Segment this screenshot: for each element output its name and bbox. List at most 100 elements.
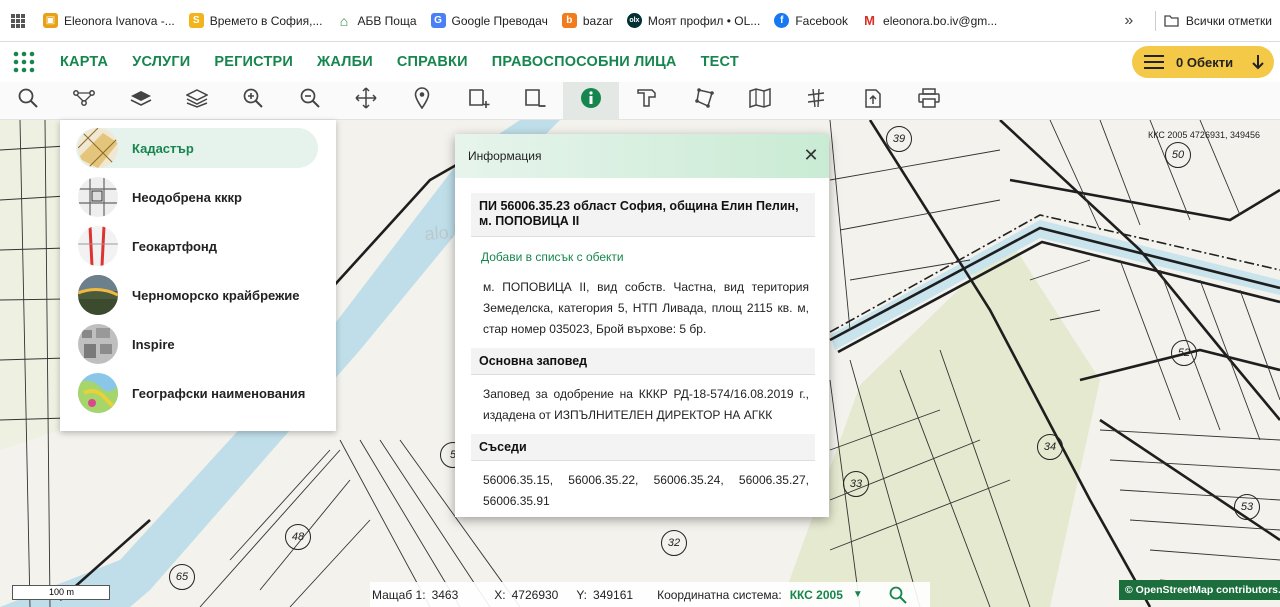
parcel-number-label: 48 — [285, 524, 311, 550]
apps-menu-icon[interactable] — [0, 51, 48, 73]
cursor-coordinates-label: ККС 2005 4726931, 349456 — [1148, 130, 1260, 140]
layer-geokartfond[interactable]: Геокартфонд — [76, 226, 318, 266]
all-bookmarks-button[interactable]: Всички отметки — [1164, 14, 1280, 28]
bookmark-weather[interactable]: S Времето в София,... — [182, 8, 330, 34]
gmail-icon: M — [864, 13, 875, 28]
select-remove-tool[interactable] — [507, 82, 563, 120]
nav-complaints[interactable]: ЖАЛБИ — [305, 54, 385, 70]
locate-coordinates-button[interactable] — [889, 586, 907, 604]
export-icon — [863, 87, 883, 114]
bookmark-bazar[interactable]: b bazar — [555, 8, 620, 34]
export-tool[interactable] — [844, 82, 900, 120]
polygon-tool[interactable] — [676, 82, 732, 120]
grid-tool[interactable] — [788, 82, 844, 120]
layer-label: Черноморско крайбрежие — [132, 287, 300, 303]
marker-tool[interactable] — [394, 82, 450, 120]
x-value: 4726930 — [511, 587, 559, 602]
info-dialog-header: Информация — [455, 134, 829, 178]
y-value: 349161 — [593, 587, 634, 602]
nav-registers[interactable]: РЕГИСТРИ — [202, 54, 305, 70]
pan-tool[interactable] — [338, 82, 394, 120]
bookmarks-bar: ▣ Eleonora Ivanova -... S Времето в София,… — [0, 0, 1280, 42]
scale-value: 3463 — [431, 587, 459, 602]
select-add-tool[interactable] — [450, 82, 506, 120]
cadastre-thumbnail — [78, 128, 118, 168]
search-tool[interactable] — [0, 82, 56, 120]
bookmarks-divider — [1154, 10, 1156, 31]
bookmark-facebook[interactable]: f Facebook — [767, 8, 855, 34]
map-icon — [749, 87, 771, 113]
measure-tool[interactable] — [619, 82, 675, 120]
layers-stack-icon — [185, 88, 209, 113]
main-order-text: Заповед за одобрение на КККР РД-18-574/1… — [483, 387, 809, 422]
add-to-objects-link[interactable]: Добави в списък с обекти — [471, 237, 815, 272]
crs-label: Координатна система: — [657, 587, 782, 602]
base-layers-tool[interactable] — [113, 82, 169, 120]
print-tool[interactable] — [901, 82, 957, 120]
zoom-out-icon — [300, 88, 320, 113]
nav-map[interactable]: КАРТА — [48, 54, 120, 70]
select-add-icon — [468, 87, 490, 114]
parcel-number-label: 33 — [843, 471, 869, 497]
bookmark-gmail[interactable]: Meleonora.bo.iv@gm... — [855, 8, 1004, 34]
bookmarks-overflow-button[interactable]: » — [1111, 12, 1147, 30]
main-order-heading: Основна заповед — [471, 348, 815, 375]
grid-icon — [805, 87, 827, 114]
unapproved-kkkr-thumbnail — [78, 177, 118, 217]
layer-black-sea-coast[interactable]: Черноморско крайбрежие — [76, 275, 318, 315]
parcel-number-label: 65 — [169, 564, 195, 590]
layers-stack-tool[interactable] — [169, 82, 225, 120]
parcel-number-label: 34 — [1037, 434, 1063, 460]
route-tool[interactable] — [56, 82, 112, 120]
geokartfond-thumbnail — [78, 226, 118, 266]
neighbors-heading: Съседи — [471, 434, 815, 461]
bookmark-abv-mail[interactable]: ⌂ АБВ Поща — [329, 8, 423, 34]
marker-icon — [414, 87, 430, 114]
select-remove-icon — [524, 87, 546, 114]
objects-button[interactable]: 0 Обекти — [1132, 46, 1274, 78]
geographic-names-thumbnail — [78, 373, 118, 413]
layer-label: Геокартфонд — [132, 238, 218, 254]
map-view-tool[interactable] — [732, 82, 788, 120]
arrow-down-icon — [1252, 54, 1264, 70]
x-label: X: — [494, 587, 506, 602]
bookmark-google-translate[interactable]: G Google Преводач — [424, 8, 555, 34]
black-sea-coast-thumbnail — [78, 275, 118, 315]
layer-label: Неодобрена кккр — [132, 189, 242, 205]
home-icon: ⌂ — [339, 12, 349, 29]
info-dialog-title: Информация — [468, 149, 542, 163]
nav-licensed-persons[interactable]: ПРАВОСПОСОБНИ ЛИЦА — [480, 54, 689, 70]
bazar-icon: b — [561, 13, 577, 28]
parcel-number-label: 53 — [1234, 494, 1260, 520]
parcel-description: м. ПОПОВИЦА II, вид собств. Частна, вид … — [483, 280, 809, 336]
nav-test[interactable]: ТЕСТ — [689, 54, 751, 70]
layer-inspire[interactable]: Inspire — [76, 324, 318, 364]
weather-icon: S — [188, 13, 204, 28]
bookmark-olx-profile[interactable]: olx Моят профил • OL... — [620, 8, 767, 34]
info-tool[interactable] — [562, 81, 620, 120]
nav-services[interactable]: УСЛУГИ — [120, 54, 202, 70]
layers-icon — [130, 89, 152, 112]
zoom-out-tool[interactable] — [281, 82, 337, 120]
map-attribution[interactable]: © OpenStreetMap contributors. — [1119, 580, 1280, 600]
layer-label: Географски наименования — [132, 385, 306, 401]
parcel-number-label: 39 — [886, 126, 912, 152]
layer-unapproved-kkkr[interactable]: Неодобрена кккр — [76, 177, 318, 217]
facebook-icon: f — [774, 13, 790, 28]
crs-select[interactable]: ККС 2005 ▼ — [790, 588, 863, 602]
layer-label: Inspire — [132, 336, 175, 352]
zoom-in-icon — [243, 88, 264, 113]
apps-grid-icon[interactable] — [0, 13, 36, 29]
crs-value: ККС 2005 — [789, 587, 843, 602]
info-icon — [580, 87, 602, 114]
layer-geographic-names[interactable]: Географски наименования — [76, 373, 318, 413]
close-icon[interactable]: ✕ — [801, 145, 821, 165]
parcel-number-label: 52 — [1171, 340, 1197, 366]
inspire-thumbnail — [78, 324, 118, 364]
nav-references[interactable]: СПРАВКИ — [385, 54, 480, 70]
zoom-in-tool[interactable] — [225, 82, 281, 120]
bookmark-eleonora-ivanova[interactable]: ▣ Eleonora Ivanova -... — [36, 8, 182, 34]
folder-icon — [1164, 14, 1179, 27]
layer-cadastre[interactable]: Кадастър — [76, 128, 318, 168]
route-icon — [73, 89, 96, 112]
